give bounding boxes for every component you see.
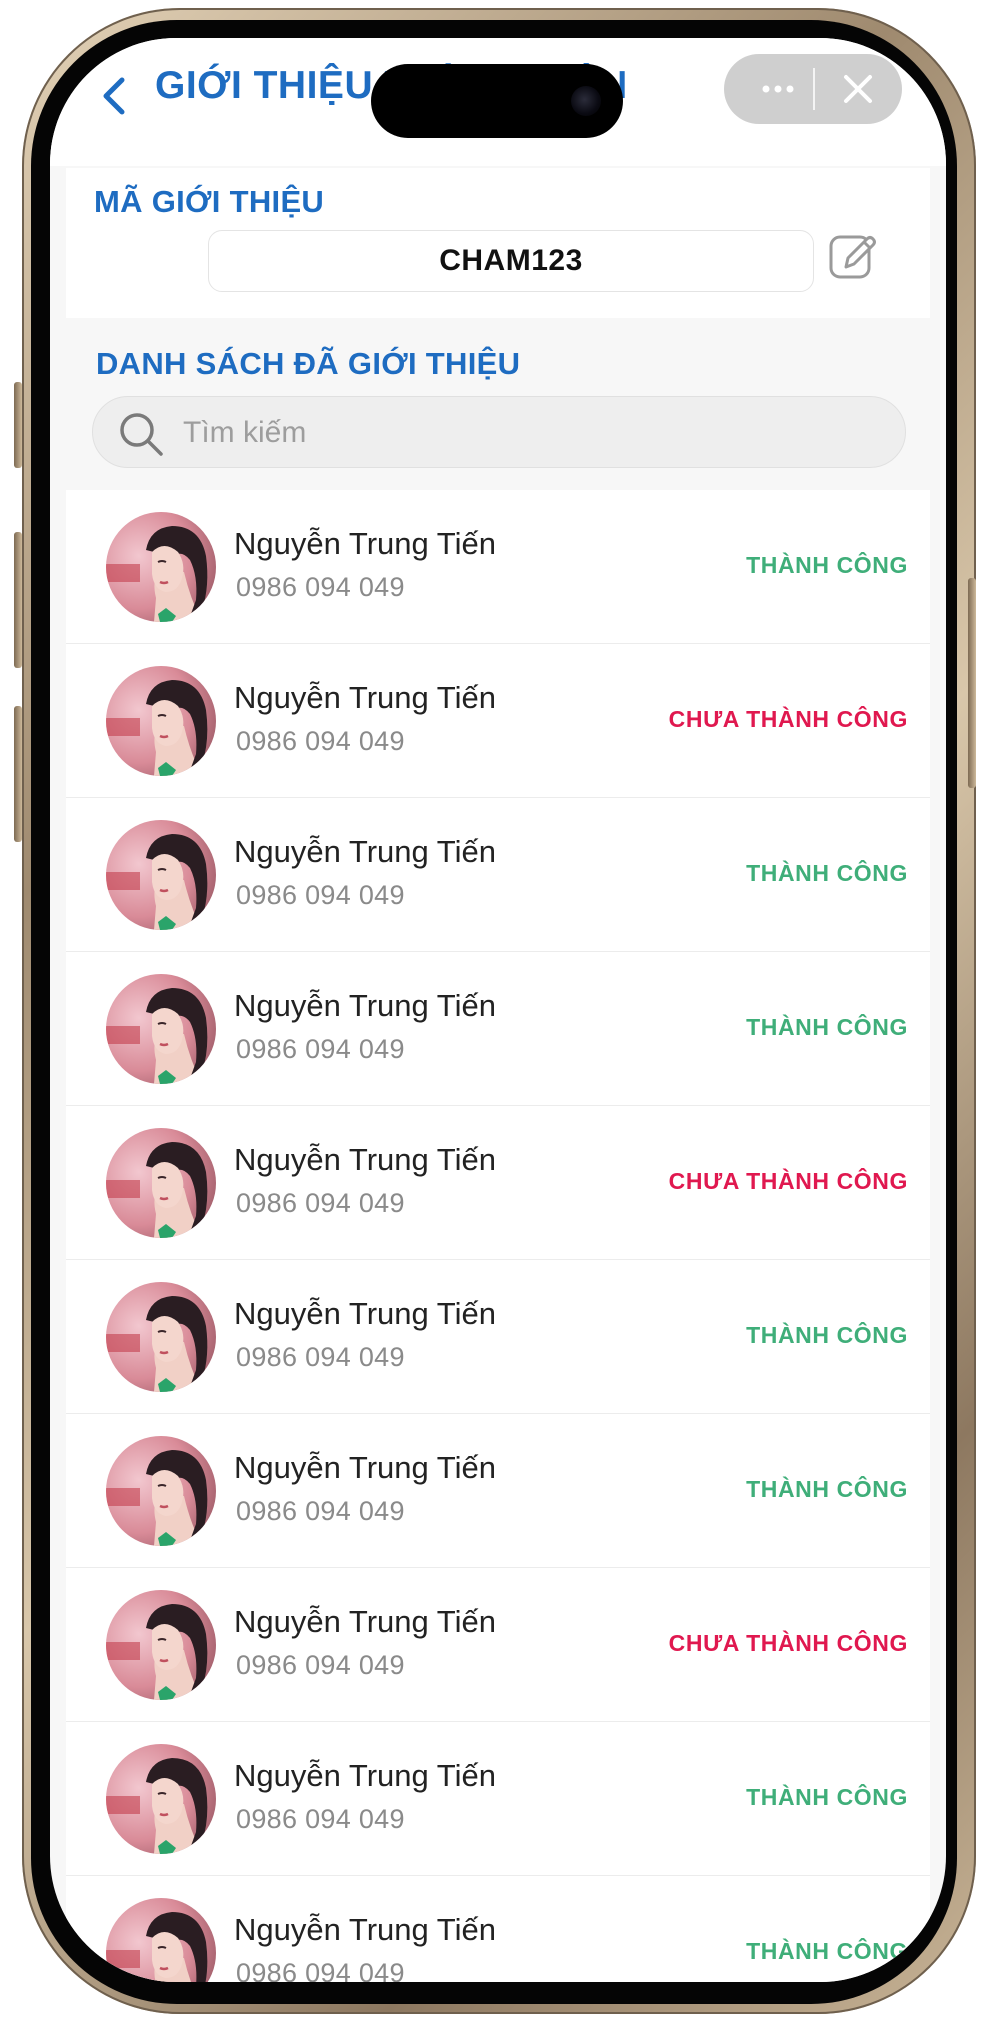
referral-name: Nguyễn Trung Tiến [234, 1142, 496, 1177]
referral-code-card: MÃ GIỚI THIỆU CHAM123 [66, 168, 930, 318]
list-item[interactable]: Nguyễn Trung Tiến 0986 094 049 CHƯA THÀNH … [66, 1568, 930, 1722]
list-item[interactable]: Nguyễn Trung Tiến 0986 094 049 CHƯA THÀNH … [66, 644, 930, 798]
app-header: GIỚI THIỆU THÀNH VIÊN [50, 38, 946, 166]
status-badge: CHƯA THÀNH CÔNG [668, 706, 908, 732]
referral-phone: 0986 094 049 [236, 1958, 405, 1982]
status-badge: CHƯA THÀNH CÔNG [668, 1630, 908, 1656]
referral-name: Nguyễn Trung Tiến [234, 834, 496, 869]
referral-phone: 0986 094 049 [236, 1188, 405, 1218]
status-badge: THÀNH CÔNG [746, 1476, 908, 1502]
avatar [106, 974, 216, 1084]
referral-code-value: CHAM123 [439, 244, 583, 277]
list-item[interactable]: Nguyễn Trung Tiến 0986 094 049 THÀNH CÔNG [66, 952, 930, 1106]
referral-name: Nguyễn Trung Tiến [234, 1604, 496, 1639]
front-camera [571, 86, 601, 116]
avatar [106, 512, 216, 622]
close-icon[interactable] [828, 54, 888, 124]
referral-name: Nguyễn Trung Tiến [234, 988, 496, 1023]
referral-name: Nguyễn Trung Tiến [234, 1758, 496, 1793]
referral-code-field[interactable]: CHAM123 [208, 230, 814, 292]
list-item[interactable]: Nguyễn Trung Tiến 0986 094 049 THÀNH CÔNG [66, 798, 930, 952]
power-button [968, 578, 976, 788]
referral-name: Nguyễn Trung Tiến [234, 680, 496, 715]
app-screen: GIỚI THIỆU THÀNH VIÊN MÃ GIỚI THIỆU CHAM… [50, 38, 946, 1982]
referral-name: Nguyễn Trung Tiến [234, 1912, 496, 1947]
capsule-divider [813, 68, 815, 110]
avatar [106, 666, 216, 776]
referral-phone: 0986 094 049 [236, 726, 405, 756]
search-bar[interactable] [92, 396, 906, 468]
referral-list: Nguyễn Trung Tiến 0986 094 049 THÀNH CÔNG N… [66, 490, 930, 1982]
mini-app-capsule [724, 54, 902, 124]
status-badge: THÀNH CÔNG [746, 552, 908, 578]
referral-name: Nguyễn Trung Tiến [234, 1296, 496, 1331]
status-badge: THÀNH CÔNG [746, 1938, 908, 1964]
list-item[interactable]: Nguyễn Trung Tiến 0986 094 049 THÀNH CÔNG [66, 1876, 930, 1982]
status-badge: CHƯA THÀNH CÔNG [668, 1168, 908, 1194]
edit-icon[interactable] [826, 230, 880, 284]
referral-phone: 0986 094 049 [236, 880, 405, 910]
status-badge: THÀNH CÔNG [746, 1014, 908, 1040]
referral-phone: 0986 094 049 [236, 1496, 405, 1526]
avatar [106, 1282, 216, 1392]
search-input[interactable] [181, 397, 885, 468]
list-item[interactable]: Nguyễn Trung Tiến 0986 094 049 THÀNH CÔNG [66, 1414, 930, 1568]
status-badge: THÀNH CÔNG [746, 860, 908, 886]
status-badge: THÀNH CÔNG [746, 1322, 908, 1348]
avatar [106, 1128, 216, 1238]
referral-phone: 0986 094 049 [236, 572, 405, 602]
volume-down-button [14, 706, 22, 842]
avatar [106, 820, 216, 930]
status-badge: THÀNH CÔNG [746, 1784, 908, 1810]
referral-phone: 0986 094 049 [236, 1342, 405, 1372]
referral-phone: 0986 094 049 [236, 1034, 405, 1064]
referral-phone: 0986 094 049 [236, 1804, 405, 1834]
avatar [106, 1436, 216, 1546]
avatar [106, 1744, 216, 1854]
more-dots-icon[interactable] [744, 54, 812, 124]
avatar [106, 1898, 216, 1982]
list-item[interactable]: Nguyễn Trung Tiến 0986 094 049 CHƯA THÀNH … [66, 1106, 930, 1260]
search-icon [120, 413, 163, 456]
volume-up-button [14, 532, 22, 668]
action-button [14, 382, 22, 468]
referral-code-label: MÃ GIỚI THIỆU [94, 184, 325, 219]
referral-name: Nguyễn Trung Tiến [234, 526, 496, 561]
referral-phone: 0986 094 049 [236, 1650, 405, 1680]
dynamic-island [371, 64, 623, 138]
avatar [106, 1590, 216, 1700]
chevron-left-icon[interactable] [94, 72, 134, 120]
referral-name: Nguyễn Trung Tiến [234, 1450, 496, 1485]
list-item[interactable]: Nguyễn Trung Tiến 0986 094 049 THÀNH CÔNG [66, 1722, 930, 1876]
referral-list-title: DANH SÁCH ĐÃ GIỚI THIỆU [96, 346, 521, 381]
list-item[interactable]: Nguyễn Trung Tiến 0986 094 049 THÀNH CÔNG [66, 490, 930, 644]
list-item[interactable]: Nguyễn Trung Tiến 0986 094 049 THÀNH CÔNG [66, 1260, 930, 1414]
